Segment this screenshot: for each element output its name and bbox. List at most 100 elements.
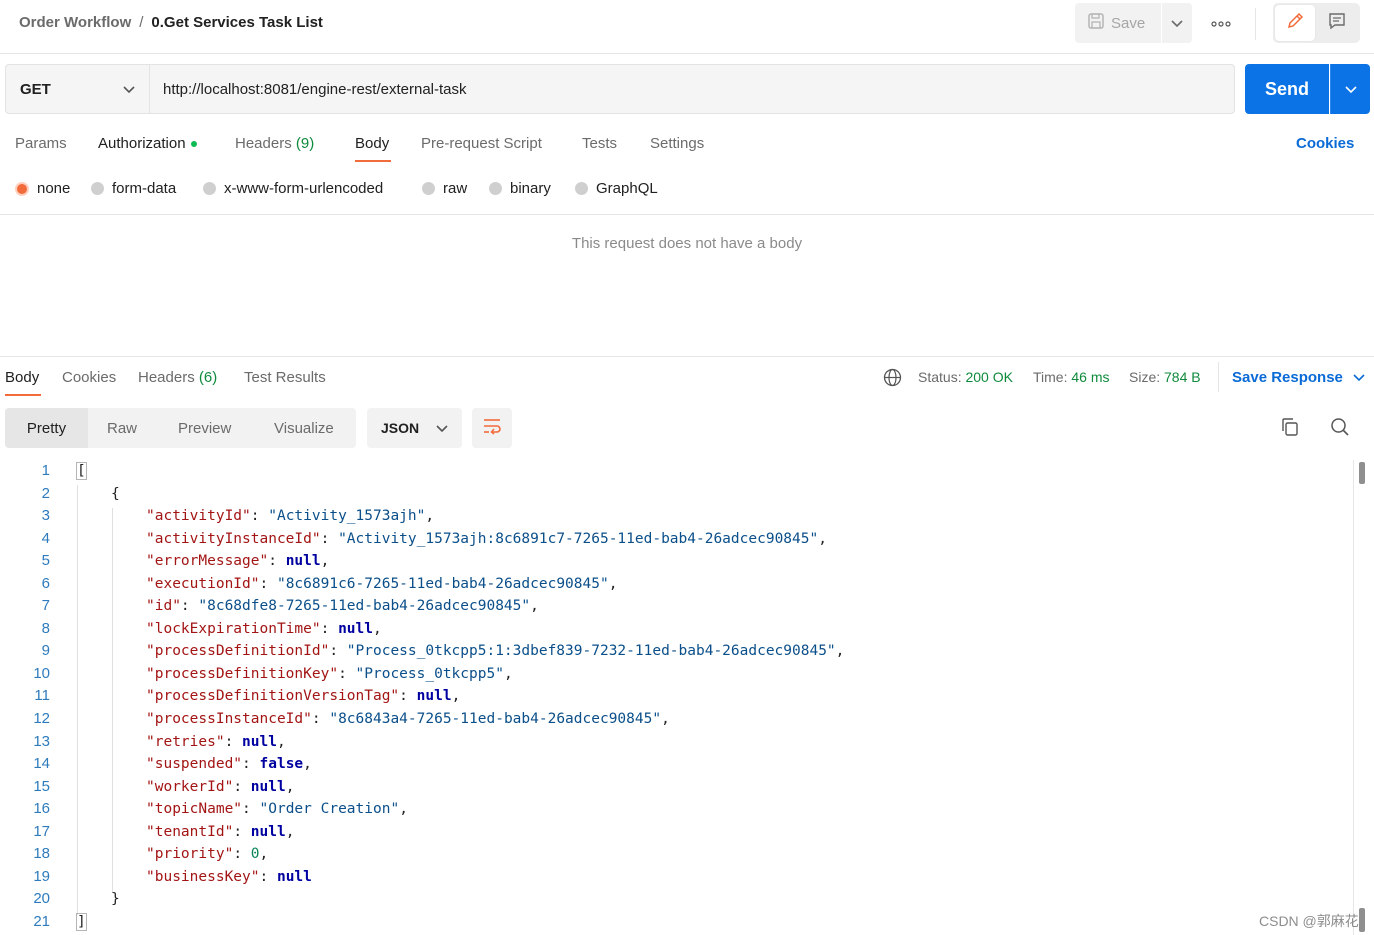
json-key: "errorMessage" [146,553,269,570]
json-key: "processDefinitionKey" [146,665,339,682]
method-select[interactable]: GET [5,64,150,114]
json-comma: , [661,711,670,728]
comments-button[interactable] [1318,5,1356,41]
json-key: "executionId" [146,575,260,592]
code-line: 15 "workerId": null, [0,776,1350,799]
json-key: "activityId" [146,508,251,525]
send-button[interactable]: Send [1245,64,1329,114]
line-number: 10 [33,664,50,682]
time-label: Time: [1033,369,1068,385]
view-raw[interactable]: Raw [107,408,137,448]
code-text: ] [76,911,87,934]
line-number: 19 [33,867,50,885]
wrap-lines-button[interactable] [472,408,512,448]
tab-params[interactable]: Params [15,135,67,152]
code-text: [ [76,460,87,483]
json-colon: : [180,598,199,615]
copy-icon [1280,417,1300,441]
copy-button[interactable] [1279,418,1301,440]
save-button[interactable]: Save [1075,3,1161,43]
response-status[interactable]: Status: 200 OK [918,369,1013,385]
response-tab-cookies[interactable]: Cookies [62,369,116,386]
response-tab-test-results[interactable]: Test Results [244,369,326,386]
code-line: 5 "errorMessage": null, [0,550,1350,573]
response-headers-count: (6) [198,369,218,386]
view-visualize[interactable]: Visualize [274,408,334,448]
json-key: "lockExpirationTime" [146,620,321,637]
code-line: 20} [0,888,1350,911]
code-line: 10 "processDefinitionKey": "Process_0tkcp… [0,663,1350,686]
tab-headers[interactable]: Headers (9) [235,135,314,152]
radio-form-data[interactable]: form-data [91,180,176,197]
response-body-editor[interactable]: 1[2{3 "activityId": "Activity_1573ajh", 4 "… [0,460,1350,933]
line-number: 3 [41,507,50,525]
json-colon: : [399,688,417,705]
more-options-button[interactable] [1208,12,1234,32]
format-select[interactable]: JSON [367,408,462,448]
radio-urlencoded-label: x-www-form-urlencoded [224,180,384,197]
radio-urlencoded[interactable]: x-www-form-urlencoded [203,180,383,197]
json-comma: , [399,801,408,818]
code-line: 11 "processDefinitionVersionTag": null, [0,685,1350,708]
vertical-scrollbar[interactable] [1359,462,1365,484]
radio-none[interactable]: none [15,180,70,197]
tab-body[interactable]: Body [355,135,389,152]
response-tab-headers[interactable]: Headers (6) [138,369,217,386]
code-text: "executionId": "8c6891c6-7265-11ed-bab4-… [76,573,617,596]
line-number: 18 [33,845,50,863]
json-colon: : [250,508,269,525]
response-size[interactable]: Size: 784 B [1129,369,1201,385]
code-text: "processDefinitionId": "Process_0tkcpp5:… [76,640,844,663]
code-line: 6 "executionId": "8c6891c6-7265-11ed-bab4… [0,573,1350,596]
radio-form-data-label: form-data [112,180,177,197]
response-tab-body[interactable]: Body [5,369,39,386]
request-title[interactable]: 0.Get Services Task List [151,14,322,31]
code-text: "tenantId": null, [76,821,294,844]
chevron-down-icon [1344,81,1357,98]
code-line: 2{ [0,483,1350,506]
json-close-brace: } [111,891,120,908]
tab-authorization[interactable]: Authorization [98,135,197,152]
json-value: null [276,868,312,885]
line-number: 15 [33,777,50,795]
send-options-button[interactable] [1330,64,1370,114]
radio-raw[interactable]: raw [422,180,467,197]
view-pretty[interactable]: Pretty [5,408,88,448]
format-label: JSON [381,420,420,436]
breadcrumb-collection[interactable]: Order Workflow [19,14,131,31]
json-key: "workerId" [146,778,234,795]
response-divider[interactable] [0,356,1374,357]
globe-icon[interactable] [883,368,902,391]
json-colon: : [320,620,339,637]
vertical-scrollbar-end[interactable] [1359,908,1365,932]
save-options-button[interactable] [1162,3,1192,43]
tab-settings[interactable]: Settings [650,135,704,152]
view-preview[interactable]: Preview [178,408,231,448]
tab-prerequest-script[interactable]: Pre-request Script [421,135,542,152]
code-text: { [76,483,120,506]
header-divider [1255,8,1256,40]
radio-binary[interactable]: binary [489,180,551,197]
code-line: 14 "suspended": false, [0,753,1350,776]
code-line: 4 "activityInstanceId": "Activity_1573ajh… [0,528,1350,551]
json-colon: : [259,575,277,592]
json-key: "retries" [146,733,225,750]
json-value: "8c6891c6-7265-11ed-bab4-26adcec90845" [276,575,609,592]
json-key: "id" [146,598,181,615]
edit-mode-button[interactable] [1275,5,1315,41]
cookies-link[interactable]: Cookies [1296,135,1354,152]
response-time[interactable]: Time: 46 ms [1033,369,1110,385]
tab-tests[interactable]: Tests [582,135,617,152]
search-button[interactable] [1329,418,1351,440]
json-colon: : [233,846,251,863]
save-response-button[interactable]: Save Response [1232,369,1365,386]
json-colon: : [233,823,251,840]
json-open-bracket: [ [76,462,87,480]
radio-icon [203,182,216,195]
json-close-bracket: ] [76,912,87,931]
radio-graphql-label: GraphQL [596,180,658,197]
url-input[interactable]: http://localhost:8081/engine-rest/extern… [150,64,1235,114]
radio-graphql[interactable]: GraphQL [575,180,658,197]
chevron-down-icon [123,81,135,98]
status-value: 200 OK [965,369,1013,385]
